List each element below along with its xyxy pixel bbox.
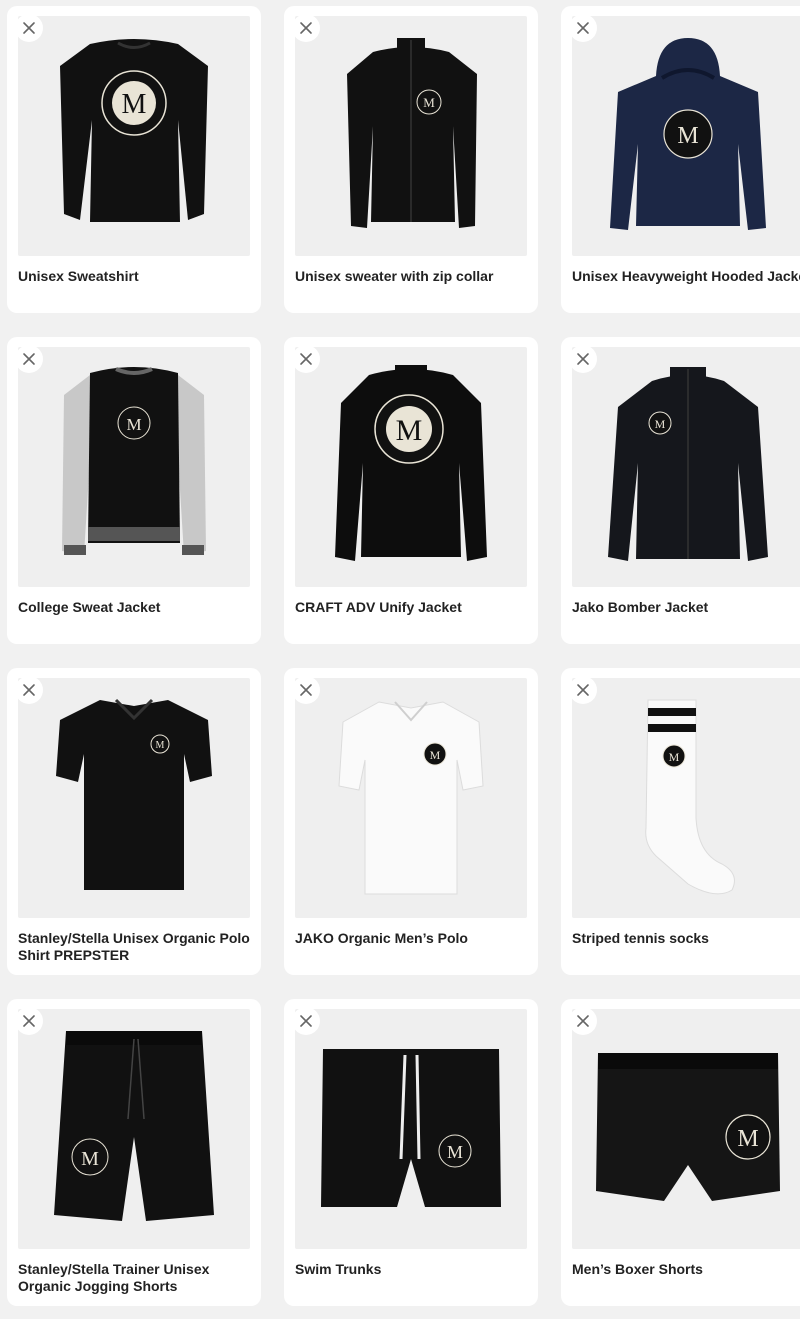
product-card-craft-jacket[interactable]: M CRAFT ADV Unify Jacket (284, 337, 538, 644)
close-icon (23, 684, 35, 696)
close-icon (577, 353, 589, 365)
product-card-boxer-shorts[interactable]: M Men’s Boxer Shorts (561, 999, 800, 1306)
product-image[interactable]: M (18, 347, 250, 587)
product-card-bomber-jacket[interactable]: M Jako Bomber Jacket (561, 337, 800, 644)
product-title[interactable]: Men’s Boxer Shorts (572, 1261, 800, 1278)
product-image[interactable]: M (295, 678, 527, 918)
tennis-socks-icon: M (645, 699, 735, 895)
product-title[interactable]: Stanley/Stella Trainer Unisex Organic Jo… (18, 1261, 258, 1295)
college-jacket-icon: M (62, 367, 206, 555)
svg-text:M: M (81, 1148, 99, 1170)
remove-button[interactable] (569, 1007, 597, 1035)
product-title[interactable]: Unisex Sweatshirt (18, 268, 261, 285)
svg-text:M: M (447, 1142, 463, 1162)
close-icon (23, 1015, 35, 1027)
close-icon (577, 22, 589, 34)
product-card-tennis-socks[interactable]: M Striped tennis socks (561, 668, 800, 975)
close-icon (23, 353, 35, 365)
polo-shirt-icon: M (56, 698, 212, 890)
product-title[interactable]: CRAFT ADV Unify Jacket (295, 599, 538, 616)
bomber-jacket-icon: M (608, 367, 768, 561)
close-icon (300, 1015, 312, 1027)
svg-text:M: M (423, 95, 435, 110)
swim-trunks-icon: M (321, 1049, 501, 1207)
product-card-polo-shirt[interactable]: M Stanley/Stella Unisex Organic Polo Shi… (7, 668, 261, 975)
white-polo-icon: M (338, 701, 484, 895)
product-card-white-polo[interactable]: M JAKO Organic Men’s Polo (284, 668, 538, 975)
product-image[interactable]: M (18, 16, 250, 256)
product-image[interactable]: M (572, 16, 800, 256)
svg-text:M: M (156, 740, 165, 751)
sweatshirt-icon: M (60, 39, 208, 222)
remove-button[interactable] (292, 676, 320, 704)
jogging-shorts-icon: M (54, 1031, 214, 1221)
product-card-hooded-jacket[interactable]: M Unisex Heavyweight Hooded Jacket (561, 6, 800, 313)
close-icon (23, 22, 35, 34)
craft-jacket-icon: M (335, 365, 487, 561)
product-title[interactable]: Unisex sweater with zip collar (295, 268, 538, 285)
product-card-zip-sweater[interactable]: M Unisex sweater with zip collar (284, 6, 538, 313)
remove-button[interactable] (15, 676, 43, 704)
product-title[interactable]: Jako Bomber Jacket (572, 599, 800, 616)
boxer-shorts-icon: M (596, 1053, 780, 1201)
close-icon (300, 684, 312, 696)
manpower-logo: M (101, 70, 167, 136)
product-image[interactable]: M (295, 1009, 527, 1249)
svg-text:M: M (122, 89, 147, 120)
product-title[interactable]: Stanley/Stella Unisex Organic Polo Shirt… (18, 930, 258, 964)
close-icon (577, 684, 589, 696)
remove-button[interactable] (569, 676, 597, 704)
close-icon (300, 22, 312, 34)
hooded-jacket-icon: M (610, 38, 766, 230)
product-image[interactable]: M (572, 678, 800, 918)
product-title[interactable]: Striped tennis socks (572, 930, 800, 947)
remove-button[interactable] (569, 14, 597, 42)
product-image[interactable]: M (572, 347, 800, 587)
remove-button[interactable] (292, 14, 320, 42)
zip-sweater-icon: M (347, 38, 477, 228)
product-image[interactable]: M (18, 1009, 250, 1249)
product-card-jogging-shorts[interactable]: M Stanley/Stella Trainer Unisex Organic … (7, 999, 261, 1306)
remove-button[interactable] (569, 345, 597, 373)
remove-button[interactable] (292, 345, 320, 373)
svg-text:M: M (737, 1126, 758, 1152)
svg-text:M: M (396, 414, 423, 447)
remove-button[interactable] (15, 1007, 43, 1035)
close-icon (577, 1015, 589, 1027)
product-image[interactable]: M (295, 347, 527, 587)
remove-button[interactable] (292, 1007, 320, 1035)
product-title[interactable]: College Sweat Jacket (18, 599, 261, 616)
close-icon (300, 353, 312, 365)
product-card-swim-trunks[interactable]: M Swim Trunks (284, 999, 538, 1306)
product-card-sweatshirt[interactable]: M Unisex Sweatshirt (7, 6, 261, 313)
svg-text:M: M (126, 415, 141, 434)
svg-text:M: M (677, 123, 698, 149)
product-card-college-jacket[interactable]: M College Sweat Jacket (7, 337, 261, 644)
product-image[interactable]: M (572, 1009, 800, 1249)
remove-button[interactable] (15, 345, 43, 373)
product-image[interactable]: M (18, 678, 250, 918)
svg-text:M: M (669, 750, 680, 764)
product-title[interactable]: Swim Trunks (295, 1261, 538, 1278)
product-title[interactable]: Unisex Heavyweight Hooded Jacket (572, 268, 800, 285)
svg-text:M: M (430, 748, 441, 762)
product-title[interactable]: JAKO Organic Men’s Polo (295, 930, 538, 947)
remove-button[interactable] (15, 14, 43, 42)
product-image[interactable]: M (295, 16, 527, 256)
svg-text:M: M (655, 417, 666, 431)
